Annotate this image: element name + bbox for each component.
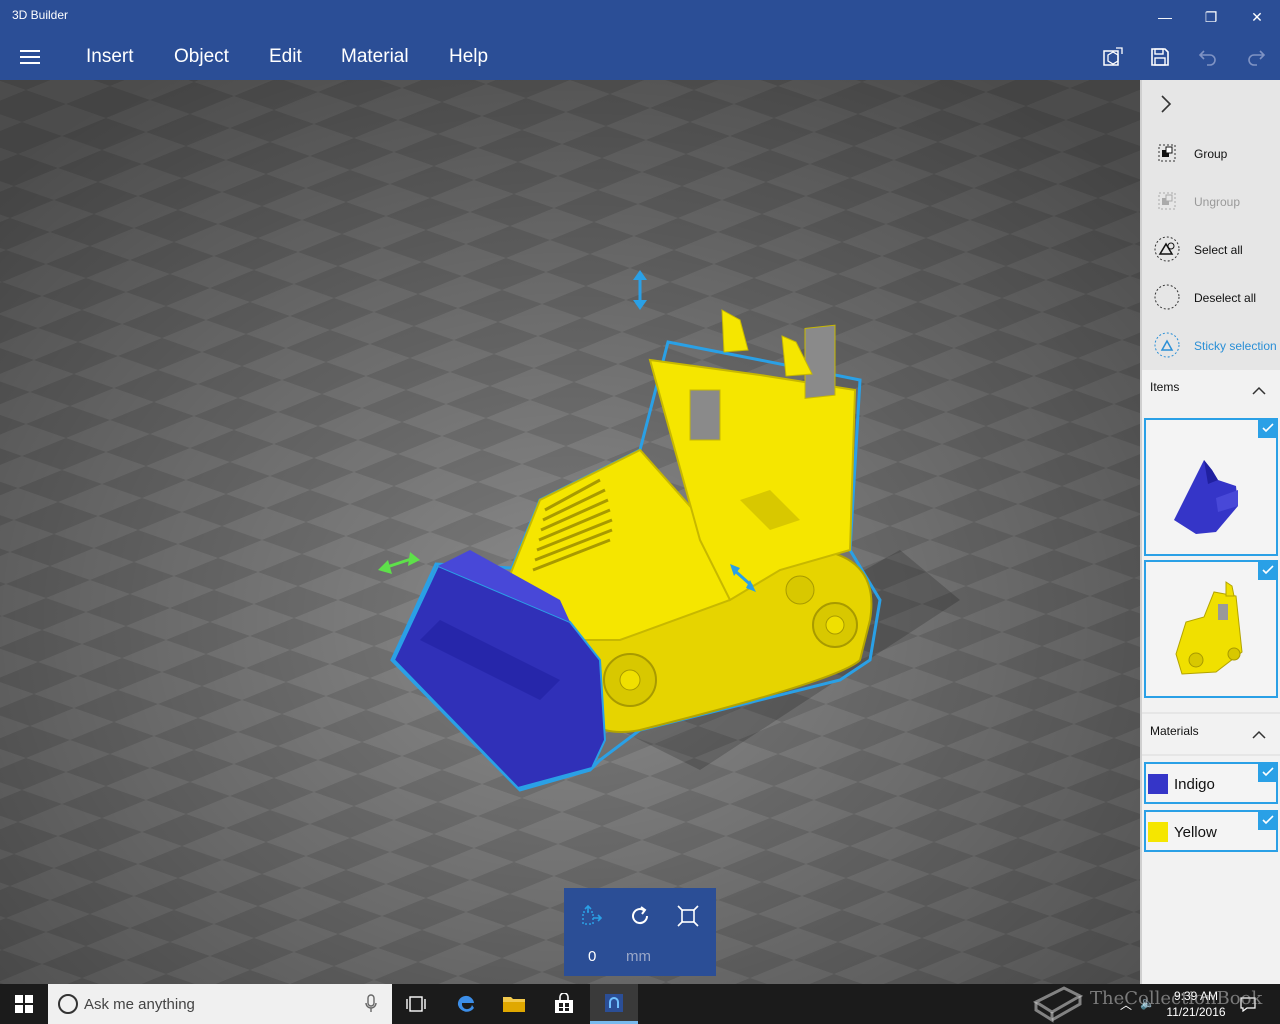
menu-material[interactable]: Material [341, 46, 409, 68]
watermark: TheCollectionBook [1030, 974, 1280, 1024]
checkmark-icon[interactable] [1258, 810, 1278, 830]
title-bar: 3D Builder — ❐ ✕ [0, 0, 1280, 34]
transform-toolbar: 0 mm [564, 888, 716, 976]
menu-help[interactable]: Help [449, 46, 488, 68]
right-panel: Group Ungroup Select all Deselect all St… [1140, 80, 1280, 984]
close-button[interactable]: ✕ [1234, 0, 1280, 34]
bulldozer-thumbnail-image [1175, 581, 1243, 675]
menu-insert[interactable]: Insert [86, 46, 134, 68]
ungroup-icon [1152, 186, 1182, 216]
checkmark-icon[interactable] [1258, 762, 1278, 782]
chevron-up-icon[interactable] [1250, 382, 1268, 400]
menu-bar: Insert Object Edit Material Help [0, 34, 1280, 80]
items-list [1142, 410, 1280, 712]
group-button[interactable]: Group [1142, 132, 1280, 176]
group-icon [1152, 138, 1182, 168]
redo-icon[interactable] [1241, 44, 1271, 70]
deselect-all-label: Deselect all [1194, 291, 1257, 305]
select-all-label: Select all [1194, 243, 1243, 257]
restore-button[interactable]: ❐ [1188, 0, 1234, 34]
watermark-text: TheCollectionBook [1090, 988, 1263, 1009]
select-all-icon [1152, 234, 1182, 264]
search-box[interactable]: Ask me anything [48, 984, 392, 1024]
items-title: Items [1150, 380, 1180, 394]
checkmark-icon[interactable] [1258, 418, 1278, 438]
ungroup-button[interactable]: Ungroup [1142, 180, 1280, 224]
hamburger-menu-icon[interactable] [14, 44, 46, 70]
material-yellow[interactable]: Yellow [1144, 810, 1278, 852]
object-actions: Group Ungroup Select all Deselect all St… [1142, 80, 1280, 370]
ungroup-label: Ungroup [1194, 195, 1241, 209]
edge-browser-icon[interactable] [442, 984, 490, 1024]
minimize-button[interactable]: — [1142, 0, 1188, 34]
chevron-up-icon[interactable] [1250, 726, 1268, 744]
deselect-all-icon [1152, 282, 1182, 312]
scale-tool-icon[interactable] [674, 902, 702, 930]
task-view-icon[interactable] [392, 984, 440, 1024]
store-icon[interactable] [540, 984, 588, 1024]
file-explorer-icon[interactable] [490, 984, 538, 1024]
windows-start-icon[interactable] [0, 984, 48, 1024]
checkmark-icon[interactable] [1258, 560, 1278, 580]
rotate-tool-icon[interactable] [626, 902, 654, 930]
deselect-all-button[interactable]: Deselect all [1142, 276, 1280, 320]
material-label: Indigo [1174, 776, 1215, 793]
transform-value[interactable]: 0 [588, 948, 596, 965]
group-label: Group [1194, 147, 1228, 161]
menu-edit[interactable]: Edit [269, 46, 302, 68]
material-label: Yellow [1174, 824, 1217, 841]
materials-title: Materials [1150, 724, 1199, 738]
microphone-icon[interactable] [364, 994, 378, 1014]
undo-icon[interactable] [1193, 44, 1223, 70]
menu-object[interactable]: Object [174, 46, 229, 68]
color-swatch [1148, 774, 1168, 794]
item-thumbnail-bulldozer[interactable] [1144, 560, 1278, 698]
transform-unit: mm [626, 948, 651, 965]
close-icon: ✕ [1251, 8, 1263, 25]
app-title: 3D Builder [12, 8, 69, 22]
scene-canvas [0, 80, 1140, 984]
search-placeholder: Ask me anything [84, 996, 195, 1013]
sticky-selection-icon [1152, 330, 1182, 360]
cortana-icon [58, 994, 78, 1014]
book-logo-icon [1032, 986, 1084, 1023]
select-all-button[interactable]: Select all [1142, 228, 1280, 272]
sticky-selection-button[interactable]: Sticky selection [1142, 324, 1280, 368]
3d-viewport[interactable] [0, 80, 1140, 984]
save-icon[interactable] [1145, 44, 1175, 70]
3d-builder-taskbar-icon[interactable] [590, 984, 638, 1024]
chevron-right-icon[interactable] [1154, 92, 1178, 116]
color-swatch [1148, 822, 1168, 842]
scoop-thumbnail-image [1174, 460, 1238, 534]
material-indigo[interactable]: Indigo [1144, 762, 1278, 804]
3d-view-icon[interactable] [1098, 44, 1128, 70]
restore-icon: ❐ [1204, 8, 1218, 25]
items-header[interactable]: Items [1142, 370, 1280, 410]
materials-list: Indigo Yellow [1142, 756, 1280, 984]
item-thumbnail-scoop[interactable] [1144, 418, 1278, 556]
materials-header[interactable]: Materials [1142, 714, 1280, 754]
move-tool-icon[interactable] [578, 902, 606, 930]
minimize-icon: — [1158, 9, 1172, 25]
sticky-selection-label: Sticky selection [1194, 339, 1277, 353]
